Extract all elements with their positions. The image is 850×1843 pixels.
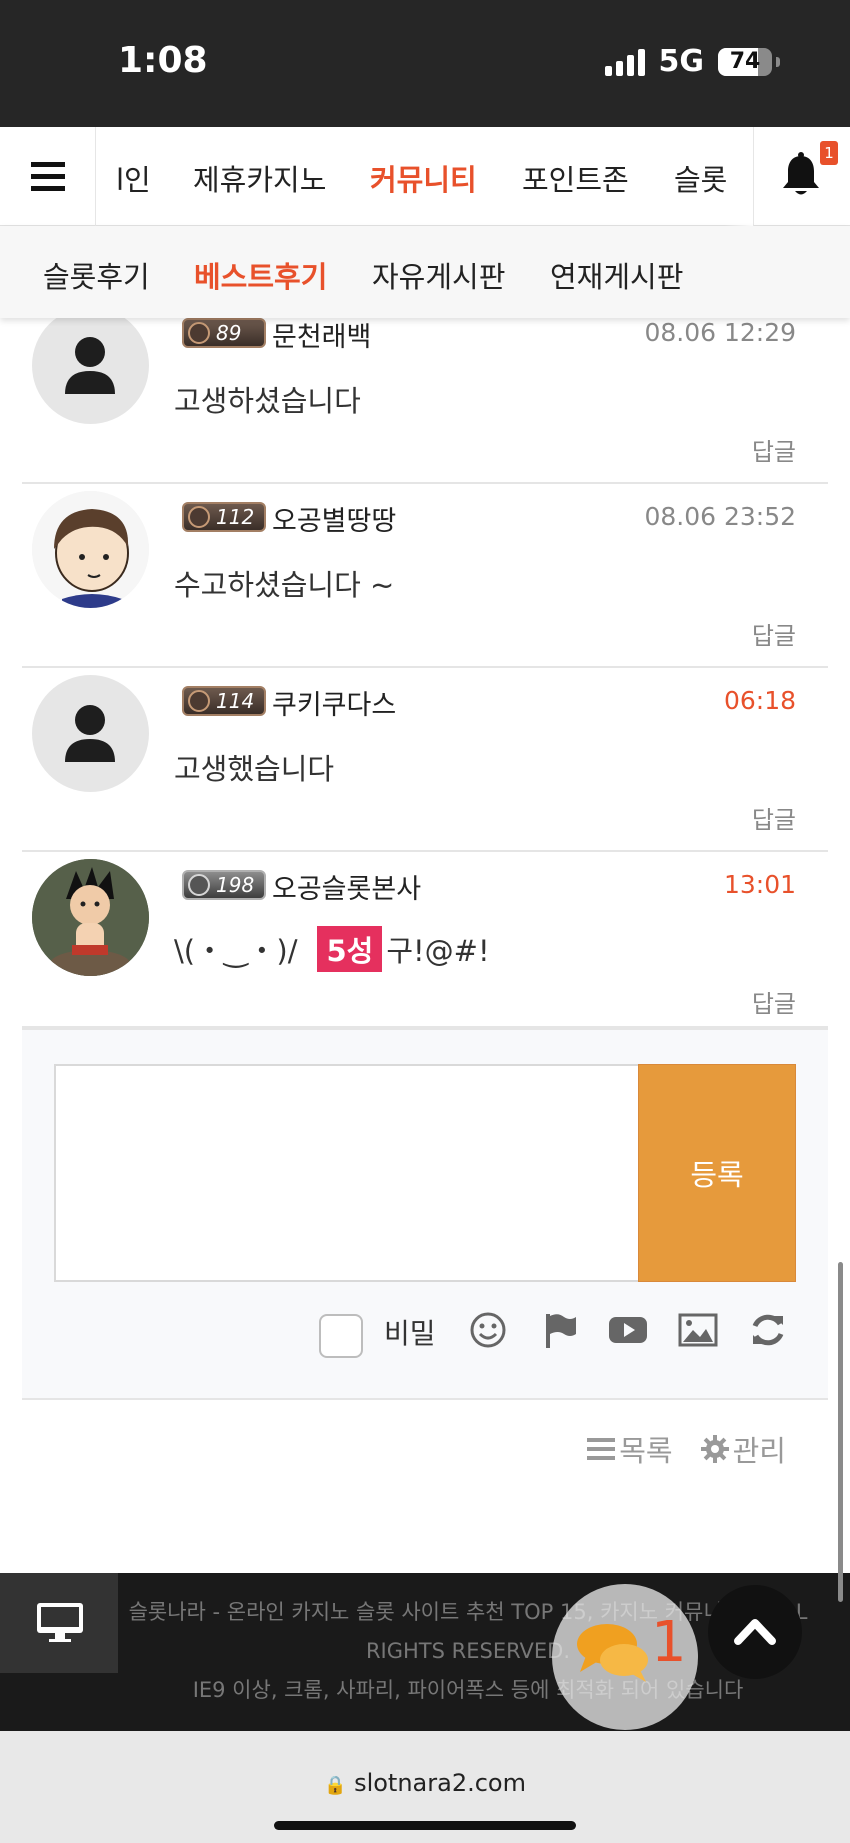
comment-text: \(・‿・)/ 5성 구!@#! <box>174 926 490 972</box>
board-actions: 목록 관리 <box>587 1428 786 1470</box>
cartoon-avatar-icon <box>32 491 149 608</box>
comment-text-suffix: 구!@#! <box>386 934 490 968</box>
refresh-icon[interactable] <box>748 1310 788 1350</box>
comment-nickname[interactable]: 오공슬롯본사 <box>272 867 421 906</box>
submit-button[interactable]: 등록 <box>638 1064 796 1282</box>
nav-item-point-zone[interactable]: 포인트존 <box>522 157 629 199</box>
manage-button[interactable]: 관리 <box>700 1428 786 1470</box>
level-emblem-icon <box>188 506 210 528</box>
nav-item-slot[interactable]: 슬롯 <box>674 157 727 199</box>
hamburger-menu-icon[interactable] <box>0 127 96 226</box>
flag-icon[interactable] <box>540 1310 580 1350</box>
scroll-top-button[interactable] <box>708 1585 802 1679</box>
level-emblem-icon <box>188 874 210 896</box>
reply-button[interactable]: 답글 <box>752 800 796 835</box>
status-time: 1:08 <box>118 40 208 81</box>
browser-url-bar[interactable]: 🔒 slotnara2.com <box>0 1731 850 1843</box>
tab-series-board[interactable]: 연재게시판 <box>550 254 683 296</box>
comment-nickname[interactable]: 문천래백 <box>272 315 371 354</box>
avatar[interactable] <box>32 675 149 792</box>
image-icon[interactable] <box>678 1310 718 1350</box>
battery-level: 74 <box>729 48 761 74</box>
status-bar: 1:08 5G 74 <box>0 0 850 127</box>
comment-item: 89 문천래백 08.06 12:29 고생하셨습니다 답글 <box>22 300 828 484</box>
level-emblem-icon <box>188 322 210 344</box>
signal-icon <box>604 48 645 76</box>
pc-version-button[interactable] <box>0 1573 118 1673</box>
footer: 슬롯나라 - 온라인 카지노 슬롯 사이트 추천 TOP 15, 카지노 커뮤니… <box>0 1573 850 1731</box>
comment-nickname[interactable]: 오공별땅땅 <box>272 499 396 538</box>
comment-form: 등록 비밀 <box>22 1028 828 1400</box>
notification-button[interactable]: 1 <box>753 127 850 226</box>
list-button[interactable]: 목록 <box>587 1428 673 1470</box>
level-emblem-icon <box>188 690 210 712</box>
rating-tag: 5성 <box>317 926 383 972</box>
home-indicator <box>274 1821 576 1830</box>
comment-emoticon: \(・‿・)/ <box>174 934 298 968</box>
chat-count: 1 <box>651 1610 687 1675</box>
comment-tools: 비밀 <box>22 1308 828 1368</box>
comment-input[interactable] <box>54 1064 639 1282</box>
comment-item: 198 오공슬롯본사 13:01 \(・‿・)/ 5성 구!@#! 답글 <box>22 852 828 1028</box>
notification-badge: 1 <box>820 141 838 165</box>
reply-button[interactable]: 답글 <box>752 616 796 651</box>
secret-label: 비밀 <box>384 1317 436 1350</box>
reply-button[interactable]: 답글 <box>752 432 796 467</box>
level-badge: 198 <box>182 870 266 900</box>
youtube-icon[interactable] <box>608 1310 648 1350</box>
tab-free-board[interactable]: 자유게시판 <box>372 254 505 296</box>
comment-time: 08.06 23:52 <box>644 502 796 531</box>
comment-time: 13:01 <box>723 870 796 899</box>
tab-best-review[interactable]: 베스트후기 <box>194 254 327 296</box>
url-domain: slotnara2.com <box>354 1769 526 1797</box>
comment-time: 08.06 12:29 <box>644 318 796 347</box>
comment-text: 고생하셨습니다 <box>174 384 361 418</box>
chat-button[interactable]: 1 <box>552 1584 698 1730</box>
battery-icon: 74 <box>718 47 772 76</box>
comment-item: 112 오공별땅땅 08.06 23:52 수고하셨습니다 ~ 답글 <box>22 484 828 668</box>
avatar[interactable] <box>32 859 149 976</box>
emoticon-icon[interactable] <box>468 1310 508 1350</box>
comment-text: 고생했습니다 <box>174 752 335 786</box>
gear-icon <box>700 1435 729 1463</box>
secret-checkbox[interactable] <box>319 1314 363 1358</box>
level-badge: 114 <box>182 686 266 716</box>
avatar[interactable] <box>32 307 149 424</box>
level-badge: 112 <box>182 502 266 532</box>
user-icon <box>65 337 115 394</box>
comment-time: 06:18 <box>723 686 796 715</box>
comment-item: 114 쿠키쿠다스 06:18 고생했습니다 답글 <box>22 668 828 852</box>
network-type: 5G <box>658 44 705 79</box>
main-nav-items: l인 제휴카지노 커뮤니티 포인트존 슬롯 <box>96 127 753 226</box>
comment-nickname[interactable]: 쿠키쿠다스 <box>272 683 396 722</box>
list-icon <box>587 1438 616 1460</box>
reply-button[interactable]: 답글 <box>752 984 796 1019</box>
avatar[interactable] <box>32 491 149 608</box>
scrollbar[interactable] <box>838 1262 843 1602</box>
figure-avatar-icon <box>32 859 149 976</box>
lock-icon: 🔒 <box>324 1775 347 1796</box>
nav-item-partner-casino[interactable]: 제휴카지노 <box>193 157 326 199</box>
tab-slot-review[interactable]: 슬롯후기 <box>43 254 150 296</box>
chevron-up-icon <box>734 1619 776 1645</box>
nav-item-login[interactable]: l인 <box>116 157 151 199</box>
nav-item-community[interactable]: 커뮤니티 <box>370 157 477 199</box>
user-icon <box>65 705 115 762</box>
bell-icon <box>783 152 819 195</box>
main-nav: l인 제휴카지노 커뮤니티 포인트존 슬롯 1 <box>0 127 850 226</box>
sub-nav: 슬롯후기 베스트후기 자유게시판 연재게시판 <box>0 226 850 318</box>
level-badge: 89 <box>182 318 266 348</box>
status-indicators: 5G 74 <box>604 44 780 79</box>
comment-text: 수고하셨습니다 ~ <box>174 568 395 602</box>
url-text: 🔒 slotnara2.com <box>0 1769 850 1797</box>
monitor-icon <box>37 1603 83 1642</box>
